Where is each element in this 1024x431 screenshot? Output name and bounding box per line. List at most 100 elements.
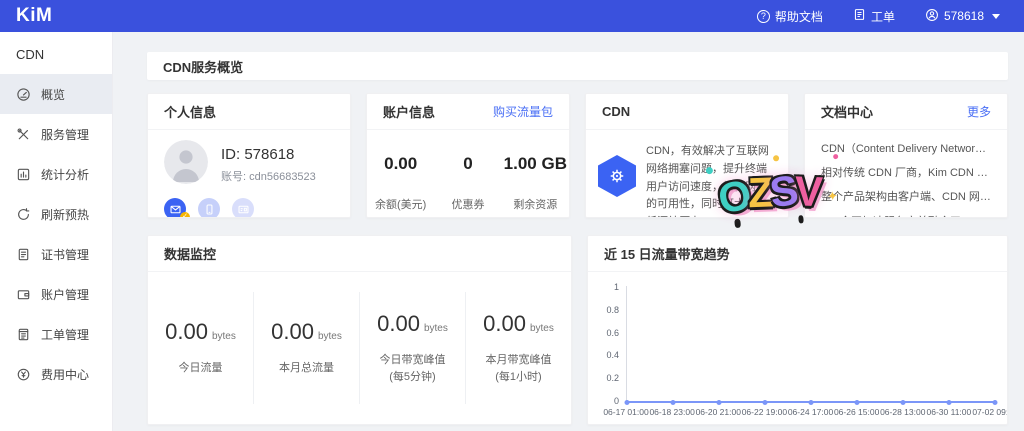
doc-link-item[interactable]: 相对传统 CDN 厂商，Kim CDN 服务完全实现全自…: [821, 161, 991, 185]
sidebar-nav: 概览 服务管理 统计分析 刷新预热 证书管理: [0, 74, 112, 394]
idcard-icon[interactable]: [232, 198, 254, 218]
avatar: [164, 140, 208, 189]
trend-chart-card: 近 15 日流量带宽趋势 10.80.60.40.20 06-17 01:000…: [587, 235, 1008, 425]
sidebar-item-service-mgmt[interactable]: 服务管理: [0, 114, 112, 154]
unit-label: bytes: [318, 331, 342, 342]
month-bandwidth-peak-value: 0.00: [483, 311, 526, 336]
personal-info-card: 个人信息 ID: 578618 账号: cdn56683523: [147, 93, 351, 218]
bar-chart-icon: [16, 167, 31, 182]
cdn-description: CDN，有效解决了互联网网络拥塞问题，提升终端用户访问速度，增强网站的可用性，同…: [646, 143, 776, 218]
cdn-card-title: CDN: [602, 104, 630, 119]
user-account-text: 账号: cdn56683523: [221, 168, 316, 184]
sidebar-item-account-mgmt[interactable]: 账户管理: [0, 274, 112, 314]
sidebar-item-label: 证书管理: [41, 246, 89, 263]
top-header: KiM ? 帮助文档 工单 578618: [0, 0, 1024, 32]
chart-line: [627, 286, 995, 402]
tools-icon: [16, 127, 31, 142]
today-bandwidth-peak-sublabel: (每5分钟): [389, 371, 435, 383]
docs-card-body: CDN（Content Delivery Network），也即内容分发… 相对…: [805, 130, 1007, 218]
ticket-icon: [853, 8, 866, 24]
buy-traffic-pack-link[interactable]: 购买流量包: [493, 103, 553, 120]
month-traffic-value: 0.00: [271, 319, 314, 344]
email-verified-icon[interactable]: ✓: [164, 198, 186, 218]
remaining-resource-value: 1.00 GB: [502, 154, 569, 174]
chart-plot-area: 10.80.60.40.20: [626, 286, 995, 402]
month-bandwidth-peak-label: 本月带宽峰值: [486, 354, 552, 366]
remaining-resource-label: 剩余资源: [502, 196, 569, 212]
ticket-label: 工单: [871, 8, 895, 25]
coupon-value: 0: [434, 154, 501, 174]
doc-link-item[interactable]: Kim全网加速服务完美融合了Kim对象存储和 CDN …: [821, 210, 991, 218]
personal-card-header: 个人信息: [148, 94, 350, 130]
logo[interactable]: KiM: [16, 5, 52, 27]
sidebar-item-label: 账户管理: [41, 286, 89, 303]
user-icon: [925, 8, 939, 25]
certificate-icon: [16, 247, 31, 262]
personal-card-body: ID: 578618 账号: cdn56683523 ✓: [148, 130, 350, 218]
docs-card-header: 文档中心 更多: [805, 94, 1007, 130]
doc-link-item[interactable]: 整个产品架构由客户端、CDN 网络、企业源站、…: [821, 185, 991, 209]
today-traffic-value: 0.00: [165, 319, 208, 344]
sidebar-item-certificates[interactable]: 证书管理: [0, 234, 112, 274]
sidebar-item-billing-center[interactable]: 费用中心: [0, 354, 112, 394]
month-traffic-stat: 0.00 bytes 本月总流量: [254, 292, 360, 404]
wallet-icon: [16, 287, 31, 302]
sidebar-item-label: 统计分析: [41, 166, 89, 183]
clipboard-icon: [16, 327, 31, 342]
doc-link-item[interactable]: CDN（Content Delivery Network），也即内容分发…: [821, 137, 991, 161]
sidebar-item-overview[interactable]: 概览: [0, 74, 112, 114]
app-root: KiM ? 帮助文档 工单 578618 CDN 概览: [0, 0, 1024, 431]
sidebar-item-ticket-mgmt[interactable]: 工单管理: [0, 314, 112, 354]
unit-label: bytes: [212, 331, 236, 342]
refresh-icon: [16, 207, 31, 222]
monitor-card-header: 数据监控: [148, 236, 571, 272]
account-menu[interactable]: 578618: [925, 8, 1000, 25]
account-card-title: 账户信息: [383, 102, 435, 121]
today-bandwidth-peak-stat: 0.00bytes 今日带宽峰值(每5分钟): [360, 292, 466, 404]
gauge-icon: [16, 87, 31, 102]
cdn-card-body: CDN，有效解决了互联网网络拥塞问题，提升终端用户访问速度，增强网站的可用性，同…: [586, 130, 788, 218]
sidebar-item-label: 刷新预热: [41, 206, 89, 223]
account-card-header: 账户信息 购买流量包: [367, 94, 569, 130]
monitor-card-body: 0.00bytes 今日流量 0.00bytes 本月总流量 0.00bytes…: [148, 272, 571, 424]
chart-y-axis: 10.80.60.40.20: [597, 282, 623, 406]
account-card-body: 0.00 余额(美元) 0 优惠券 1.00 GB 剩余资源: [367, 130, 569, 212]
currency-icon: [16, 367, 31, 382]
docs-more-link[interactable]: 更多: [967, 103, 991, 120]
trend-card-title: 近 15 日流量带宽趋势: [604, 244, 730, 263]
unit-label: bytes: [530, 323, 554, 334]
verified-badge-icon: ✓: [180, 212, 190, 218]
balance-label: 余额(美元): [367, 196, 434, 212]
help-docs-link[interactable]: ? 帮助文档: [757, 8, 823, 25]
unit-label: bytes: [424, 323, 448, 334]
sidebar-item-statistics[interactable]: 统计分析: [0, 154, 112, 194]
chart-x-axis: 06-17 01:0006-18 23:0006-20 21:0006-22 1…: [626, 407, 995, 417]
phone-icon[interactable]: [198, 198, 220, 218]
chevron-down-icon: [992, 14, 1000, 19]
coupon-label: 优惠券: [434, 196, 501, 212]
cdn-product-card: CDN CDN，有效解决了互联网网络拥塞问题，提升终端用户访问速度，增强网站的可…: [585, 93, 789, 218]
coupon-stat: 0 优惠券: [434, 154, 501, 212]
ticket-link[interactable]: 工单: [853, 8, 895, 25]
balance-value: 0.00: [367, 154, 434, 174]
balance-stat: 0.00 余额(美元): [367, 154, 434, 212]
account-info-card: 账户信息 购买流量包 0.00 余额(美元) 0 优惠券 1.: [366, 93, 570, 218]
cdn-product-icon: [598, 155, 636, 197]
monitor-card-title: 数据监控: [164, 244, 216, 263]
cdn-card-header: CDN: [586, 94, 788, 130]
main-content: CDN服务概览 个人信息 ID: 578618 账号: cdn56683523: [113, 32, 1024, 431]
page-title: CDN服务概览: [147, 52, 1008, 80]
help-icon: ?: [757, 10, 770, 23]
personal-card-title: 个人信息: [164, 102, 216, 121]
docs-center-card: 文档中心 更多 CDN（Content Delivery Network），也即…: [804, 93, 1008, 218]
user-id-text: ID: 578618: [221, 146, 316, 163]
account-id: 578618: [944, 9, 984, 23]
sidebar-product-title: CDN: [0, 32, 112, 74]
sidebar-item-label: 服务管理: [41, 126, 89, 143]
sidebar-item-refresh-prewarm[interactable]: 刷新预热: [0, 194, 112, 234]
month-traffic-label: 本月总流量: [279, 362, 334, 374]
page-title-text: CDN服务概览: [163, 57, 243, 76]
trend-chart-body: 10.80.60.40.20 06-17 01:0006-18 23:0006-…: [588, 272, 1007, 424]
today-traffic-stat: 0.00bytes 今日流量: [148, 292, 254, 404]
today-bandwidth-peak-label: 今日带宽峰值: [380, 354, 446, 366]
